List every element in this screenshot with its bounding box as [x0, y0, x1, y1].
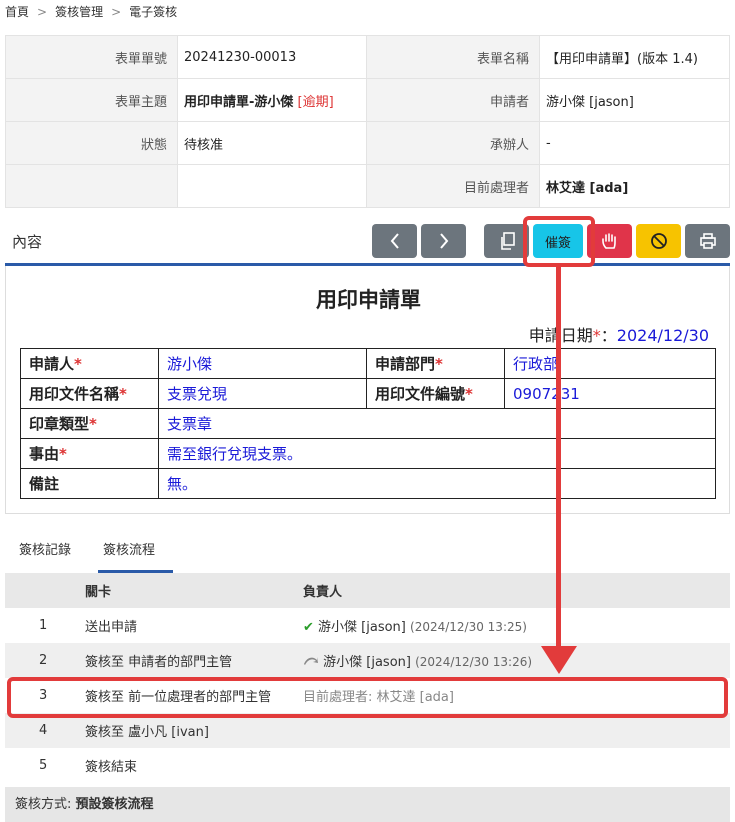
form-name-value: 【用印申請單】(版本 1.4): [539, 35, 730, 79]
dept-field-value: 行政部: [504, 348, 716, 379]
seal-field-value: 支票章: [158, 408, 716, 439]
tab-sign-flow[interactable]: 簽核流程: [103, 539, 155, 558]
breadcrumb-section[interactable]: 簽核管理: [55, 5, 103, 19]
handler-value: -: [539, 121, 730, 165]
sign-method-label: 簽核方式:: [15, 797, 72, 812]
check-icon: ✔: [303, 620, 314, 635]
content-title: 內容: [12, 233, 43, 251]
tab-sign-records[interactable]: 簽核記錄: [19, 539, 71, 558]
form-no-label: 表單單號: [5, 35, 178, 79]
breadcrumb: 首頁 > 簽核管理 > 電子簽核: [5, 3, 177, 20]
flow-owner: 游小傑 [jason] (2024/12/30 13:26): [303, 643, 730, 678]
form-no-value: 20241230-00013: [177, 35, 367, 79]
chevron-left-icon: [390, 233, 399, 249]
flow-no: 2: [5, 643, 85, 678]
docname-field-value: 支票兌現: [158, 378, 367, 409]
current-handler-label: 目前處理者: [366, 164, 540, 208]
table-row: 2 簽核至 申請者的部門主管 游小傑 [jason] (2024/12/30 1…: [5, 643, 730, 678]
docname-field-label: 用印文件名稱*: [20, 378, 159, 409]
table-row: 4 簽核至 盧小凡 [ivan]: [5, 713, 730, 748]
note-field-label: 備註: [20, 468, 159, 499]
applicant-field-label: 申請人*: [20, 348, 159, 379]
form-info-table: 表單單號 20241230-00013 表單名稱 【用印申請單】(版本 1.4)…: [5, 35, 730, 208]
annotation-arrow-head: [541, 646, 577, 674]
chevron-right-icon: >: [37, 5, 48, 19]
print-button[interactable]: [685, 224, 730, 258]
cancel-button[interactable]: [636, 224, 681, 258]
applicant-field-value: 游小傑: [158, 348, 367, 379]
flow-header-stage: 關卡: [85, 573, 303, 608]
handler-label: 承辦人: [366, 121, 540, 165]
seal-request-form: 申請人* 游小傑 申請部門* 行政部 用印文件名稱* 支票兌現 用印文件編號* …: [20, 348, 716, 499]
note-field-value: 無。: [158, 468, 716, 499]
reason-field-value: 需至銀行兌現支票。: [158, 438, 716, 469]
tab-bar: 簽核記錄 簽核流程: [5, 533, 730, 573]
dept-field-label: 申請部門*: [366, 348, 505, 379]
flow-no: 4: [5, 713, 85, 748]
flow-owner: [303, 748, 730, 783]
flow-stage: 簽核至 盧小凡 [ivan]: [85, 713, 303, 748]
apply-date-value: 2024/12/30: [616, 326, 709, 345]
prev-button[interactable]: [372, 224, 417, 258]
subject-value: 用印申請單-游小傑 [逾期]: [177, 78, 367, 122]
flow-no: 1: [39, 618, 48, 633]
flow-no: 5: [39, 758, 48, 773]
docno-field-label: 用印文件編號*: [366, 378, 505, 409]
reason-field-label: 事由*: [20, 438, 159, 469]
applicant-value: 游小傑 [jason]: [539, 78, 730, 122]
document-title: 用印申請單: [316, 288, 421, 312]
sign-method-footer: 簽核方式: 預設簽核流程: [5, 787, 730, 822]
highlight-current-step: [7, 677, 728, 718]
forward-icon: [304, 657, 318, 665]
table-row: 1 送出申請 ✔ 游小傑 [jason] (2024/12/30 13:25): [5, 608, 730, 643]
breadcrumb-home[interactable]: 首頁: [5, 5, 29, 19]
flow-stage: 簽核結束: [85, 760, 138, 775]
flow-header-no: [5, 573, 85, 608]
breadcrumb-current: 電子簽核: [129, 5, 178, 19]
subject-label: 表單主題: [5, 78, 178, 122]
overdue-badge: [逾期]: [297, 94, 334, 110]
flow-stage: 簽核至 申請者的部門主管: [85, 643, 303, 678]
document-panel: 用印申請單 申請日期*：2024/12/30 申請人* 游小傑 申請部門* 行政…: [5, 266, 730, 514]
current-handler-value: 林艾達 [ada]: [539, 164, 730, 208]
empty-value: [177, 164, 367, 208]
flow-header-owner: 負責人: [303, 573, 730, 608]
highlight-urge-button: [523, 216, 595, 267]
status-value: 待核准: [177, 121, 367, 165]
flow-owner: ✔ 游小傑 [jason] (2024/12/30 13:25): [303, 620, 527, 635]
flow-stage: 送出申請: [85, 620, 138, 635]
annotation-arrow-line: [556, 266, 561, 648]
empty-label: [5, 164, 178, 208]
ban-icon: [650, 233, 667, 249]
e-sign-page: 首頁 > 簽核管理 > 電子簽核 表單單號 20241230-00013 表單名稱 【用…: [0, 0, 735, 822]
sign-method-value: 預設簽核流程: [75, 797, 154, 812]
flow-header-row: 關卡 負責人: [5, 573, 730, 608]
chevron-right-icon: [439, 233, 448, 249]
table-row: 5 簽核結束: [5, 748, 730, 783]
required-mark: *: [592, 326, 601, 345]
next-button[interactable]: [421, 224, 466, 258]
applicant-label: 申請者: [366, 78, 540, 122]
hand-stop-icon: [601, 233, 616, 249]
copy-icon: [500, 232, 515, 250]
docno-field-value: 0907231: [504, 378, 716, 409]
status-label: 狀態: [5, 121, 178, 165]
seal-field-label: 印章類型*: [20, 408, 159, 439]
printer-icon: [699, 233, 716, 249]
form-name-label: 表單名稱: [366, 35, 540, 79]
chevron-right-icon: >: [111, 5, 122, 19]
subject-text: 用印申請單-游小傑: [184, 94, 294, 110]
flow-owner: [303, 713, 730, 748]
